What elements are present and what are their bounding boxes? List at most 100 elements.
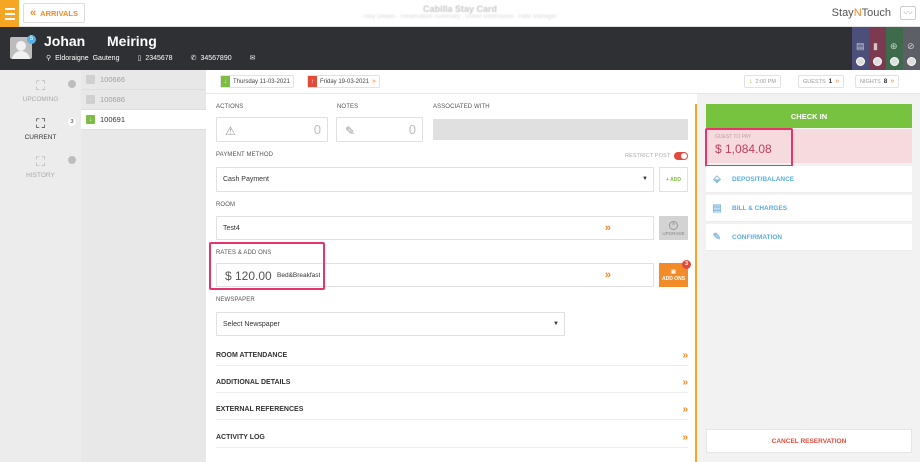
confirmation-label: CONFIRMATION	[732, 233, 783, 241]
tile-dot	[890, 57, 899, 66]
chevron-down-icon: »	[682, 350, 688, 361]
actions-label: ACTIONS	[216, 104, 244, 110]
tile-card-icon[interactable]: ▤	[852, 27, 869, 70]
departure-icon: ↑	[308, 76, 317, 87]
top-bar: « ARRIVALS Cabilla Stay Card Stay Detail…	[0, 0, 920, 27]
nav-upcoming[interactable]: ⛶ UPCOMING	[0, 78, 81, 103]
bill-label: BILL & CHARGES	[732, 204, 788, 212]
notes-box[interactable]: ✎ 0	[336, 117, 423, 142]
add-ons-icon: ▣	[671, 268, 676, 275]
activity-icon[interactable]: 〰	[900, 6, 916, 20]
nav-upcoming-label: UPCOMING	[22, 96, 59, 103]
reservation-list: 100666 · 100686 ↓ 100691	[81, 70, 212, 462]
deposit-balance-link[interactable]: ⬙ DEPOSIT/BALANCE	[706, 166, 912, 193]
reservation-status-icon	[86, 75, 95, 84]
page-subtitle: Stay Details · Reservation Summary · Gue…	[363, 14, 557, 20]
upgrade-button[interactable]: × UPGRADE	[659, 216, 688, 240]
payment-method-select[interactable]: Cash Payment ▼	[216, 167, 654, 192]
tile-more-icon[interactable]: ⊘	[903, 27, 920, 70]
dropdown-icon: ▼	[642, 176, 648, 182]
restrict-post-toggle[interactable]	[674, 152, 688, 160]
room-value: Test4	[223, 225, 240, 232]
reservation-row[interactable]: 100666	[81, 70, 206, 90]
check-in-button[interactable]: CHECK IN	[706, 104, 912, 128]
bill-charges-link[interactable]: ▤ BILL & CHARGES	[706, 195, 912, 222]
section-additional-details[interactable]: ADDITIONAL DETAILS »	[216, 373, 688, 393]
arrival-time[interactable]: ↓ 2:00 PM	[744, 75, 781, 88]
confirmation-link[interactable]: ✎ CONFIRMATION	[706, 224, 912, 251]
guest-last-name[interactable]: Meiring	[107, 33, 157, 49]
tile-room-icon[interactable]: ▮	[869, 27, 886, 70]
door-icon: ▮	[873, 41, 878, 51]
globe-icon: ⊕	[890, 41, 898, 51]
reservation-number: 100666	[100, 75, 126, 84]
feature-tiles: ▤ ▮ ⊕ ⊘	[852, 27, 920, 70]
stay-card-main: ACTIONS ⚠ 0 NOTES ✎ 0 ASSOCIATED WITH PA…	[206, 94, 696, 462]
tag-icon: ⊘	[907, 41, 915, 51]
section-label: EXTERNAL REFERENCES	[216, 406, 304, 413]
arrival-date-text: Thursday 11-03-2021	[233, 78, 290, 85]
payment-method-label: PAYMENT METHOD	[216, 152, 274, 158]
actions-count: 0	[313, 122, 321, 137]
email-icon[interactable]: ✉	[250, 54, 256, 62]
header-collapse-tab[interactable]	[449, 41, 475, 47]
section-room-attendance[interactable]: ROOM ATTENDANCE »	[216, 346, 688, 366]
tile-globe-icon[interactable]: ⊕	[886, 27, 903, 70]
nav-history[interactable]: ⛶ HISTORY	[0, 154, 81, 179]
guest-mobile: 2345678	[145, 54, 173, 62]
chevron-down-icon: »	[890, 78, 895, 85]
section-label: ACTIVITY LOG	[216, 434, 265, 441]
phone-icon: ✆	[190, 55, 197, 62]
right-panel: CHECK IN GUEST TO PAY $ 1,084.08 ⬙ DEPOS…	[697, 94, 920, 462]
notes-label: NOTES	[337, 104, 359, 110]
section-external-references[interactable]: EXTERNAL REFERENCES »	[216, 400, 688, 420]
rates-highlight	[209, 242, 325, 290]
chevron-down-icon: »	[372, 78, 376, 85]
dropdown-icon: ▼	[553, 321, 559, 327]
chevron-down-icon: »	[682, 432, 688, 443]
reservation-row-active[interactable]: ↓ 100691	[81, 110, 212, 130]
cancel-reservation-button[interactable]: CANCEL RESERVATION	[706, 429, 912, 453]
add-ons-badge: 3	[682, 260, 691, 269]
pin-icon: ✎	[345, 124, 356, 138]
actions-box[interactable]: ⚠ 0	[216, 117, 328, 142]
add-ons-button[interactable]: ▣ ADD ONS 3	[659, 260, 691, 287]
guest-first-name[interactable]: Johan	[44, 33, 85, 49]
reservation-status-icon: ·	[86, 95, 95, 104]
page-title: Cabilla Stay Card	[422, 4, 498, 14]
add-payment-button[interactable]: + ADD	[659, 167, 688, 192]
nights-value: 8	[883, 78, 888, 85]
room-label: ROOM	[216, 202, 236, 208]
tile-dot	[873, 57, 882, 66]
section-activity-log[interactable]: ACTIVITY LOG »	[216, 428, 688, 448]
nav-upcoming-badge	[68, 80, 76, 88]
deposit-label: DEPOSIT/BALANCE	[732, 175, 795, 183]
nights-label: NIGHTS	[860, 78, 881, 85]
chevron-right-icon: »	[604, 269, 611, 281]
stay-dates-bar: ↓ Thursday 11-03-2021 ↑ Friday 19-03-202…	[206, 70, 920, 94]
newspaper-label: NEWSPAPER	[216, 297, 255, 303]
guests-count[interactable]: GUESTS 1 »	[798, 75, 845, 88]
newspaper-value: Select Newspaper	[223, 321, 280, 328]
logo-suffix: Touch	[861, 7, 891, 19]
chevron-down-icon: »	[682, 377, 688, 388]
nav-current[interactable]: ⛶ CURRENT 3	[0, 116, 81, 141]
guests-label: GUESTS	[803, 78, 826, 85]
balance-highlight	[705, 128, 793, 167]
stay-nav: ⛶ UPCOMING ⛶ CURRENT 3 ⛶ HISTORY	[0, 70, 81, 462]
newspaper-select[interactable]: Select Newspaper ▼	[216, 312, 565, 336]
chevron-down-icon: »	[682, 404, 688, 415]
guest-state: Gauteng	[92, 54, 120, 62]
departure-date[interactable]: ↑ Friday 19-03-2021 »	[307, 75, 380, 88]
nights-count[interactable]: NIGHTS 8 »	[855, 75, 900, 88]
guest-contact-info: ⚲ Eldoraigne Gauteng ▯ 2345678 ✆ 3456789…	[46, 54, 256, 63]
room-field[interactable]: Test4 »	[216, 216, 654, 240]
arrival-time-text: 2:00 PM	[755, 78, 776, 85]
upgrade-icon: ×	[669, 220, 678, 230]
arrival-date[interactable]: ↓ Thursday 11-03-2021	[220, 75, 294, 88]
arrival-time-icon: ↓	[749, 78, 753, 85]
tile-dot	[856, 57, 865, 66]
app-logo: StayNTouch	[832, 7, 891, 19]
reservation-row[interactable]: · 100686	[81, 90, 206, 110]
associated-box[interactable]	[433, 119, 688, 140]
